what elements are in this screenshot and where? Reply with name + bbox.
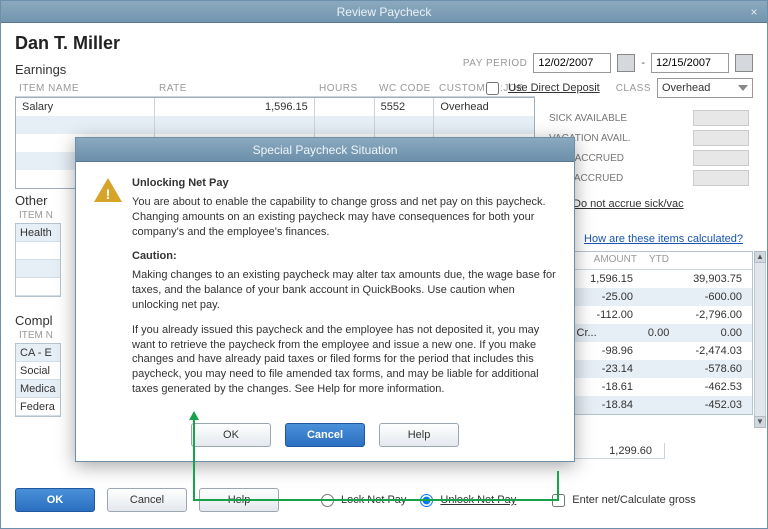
window-title: Review Paycheck (337, 5, 432, 19)
review-paycheck-window: Review Paycheck × Dan T. Miller PAY PERI… (0, 0, 768, 529)
bottom-bar: OK Cancel Help Lock Net Pay Unlock Net P… (1, 482, 767, 518)
dialog-caution: Caution: (132, 249, 556, 264)
calendar-icon[interactable] (617, 54, 635, 72)
employee-name: Dan T. Miller (15, 33, 753, 54)
special-paycheck-dialog: Special Paycheck Situation ! Unlocking N… (75, 137, 575, 462)
earnings-item[interactable]: Salary (16, 98, 155, 116)
col-item: ITEM NAME (15, 83, 155, 96)
class-value: Overhead (662, 82, 710, 94)
lock-net-pay-radio[interactable] (321, 494, 334, 507)
sick-vacation-block: SICK AVAILABLE VACATION AVAIL. SICK ACCR… (549, 108, 749, 213)
ytd-cell: -578.60 (643, 360, 752, 378)
ytd-cell: 39,903.75 (643, 270, 752, 288)
earnings-cust[interactable]: Overhead (434, 98, 534, 116)
dialog-text: Unlocking Net Pay You are about to enabl… (132, 176, 556, 407)
vacation-accrued-field[interactable] (693, 170, 749, 186)
help-button[interactable]: Help (199, 488, 279, 512)
ytd-cell: -600.00 (643, 288, 752, 306)
cancel-button[interactable]: Cancel (107, 488, 187, 512)
pay-period-start-input[interactable] (533, 53, 611, 73)
list-item[interactable]: Health (16, 224, 60, 242)
other-items-list: Health (15, 223, 61, 297)
list-item[interactable]: CA - E (16, 344, 60, 362)
use-direct-deposit-checkbox[interactable] (486, 82, 499, 95)
col-rate: RATE (155, 83, 315, 96)
pay-period-end-input[interactable] (651, 53, 729, 73)
earnings-hours[interactable] (315, 98, 375, 116)
ytd-cell: -2,796.00 (643, 306, 752, 324)
unlock-net-pay-label[interactable]: Unlock Net Pay (440, 494, 516, 506)
list-item[interactable]: Medica (16, 380, 60, 398)
ytd-cell: -2,474.03 (643, 342, 752, 360)
col-ytd: YTD (643, 252, 752, 270)
calendar-icon[interactable] (735, 54, 753, 72)
col-wc: WC CODE (375, 83, 435, 96)
unlock-net-pay-radio[interactable] (420, 494, 433, 507)
lock-net-pay-label[interactable]: Lock Net Pay (341, 494, 406, 506)
enter-net-label[interactable]: Enter net/Calculate gross (572, 494, 696, 506)
sick-available-field[interactable] (693, 110, 749, 126)
col-hours: HOURS (315, 83, 375, 96)
ok-button[interactable]: OK (15, 488, 95, 512)
summary-scrollbar[interactable]: ▲ ▼ (754, 251, 766, 428)
pay-period-row: PAY PERIOD - (463, 53, 753, 73)
list-item[interactable] (16, 260, 60, 278)
how-calculated-link[interactable]: How are these items calculated? (584, 233, 743, 245)
class-select[interactable]: Overhead (657, 78, 753, 98)
dialog-help-button[interactable]: Help (379, 423, 459, 447)
dialog-title: Special Paycheck Situation (76, 138, 574, 162)
pay-period-label: PAY PERIOD (463, 58, 527, 69)
use-direct-deposit-label[interactable]: Use Direct Deposit (508, 82, 600, 94)
class-label: CLASS (616, 83, 651, 94)
enter-net-checkbox[interactable] (552, 494, 565, 507)
sick-available-label: SICK AVAILABLE (549, 113, 627, 124)
window-titlebar: Review Paycheck × (1, 1, 767, 23)
chevron-down-icon (738, 85, 748, 91)
company-items-list: CA - ESocialMedicaFedera (15, 343, 61, 417)
scroll-up-icon[interactable]: ▲ (754, 251, 766, 263)
dialog-paragraph: If you already issued this paycheck and … (132, 323, 556, 397)
do-not-accrue-label[interactable]: Do not accrue sick/vac (573, 198, 684, 210)
dash: - (641, 57, 645, 69)
sick-accrued-field[interactable] (693, 150, 749, 166)
warning-icon: ! (94, 176, 122, 204)
list-item[interactable] (16, 278, 60, 296)
earnings-wc[interactable]: 5552 (375, 98, 435, 116)
vacation-available-field[interactable] (693, 130, 749, 146)
dialog-heading: Unlocking Net Pay (132, 176, 556, 191)
earnings-rate[interactable]: 1,596.15 (155, 98, 314, 116)
dialog-paragraph: Making changes to an existing paycheck m… (132, 268, 556, 313)
amount-cell: 0.00 (607, 324, 680, 342)
ytd-cell: 0.00 (679, 324, 752, 342)
dialog-paragraph: You are about to enable the capability t… (132, 195, 556, 240)
list-item[interactable] (16, 242, 60, 260)
ytd-cell: -462.53 (643, 378, 752, 396)
ytd-cell: -452.03 (643, 396, 752, 414)
dialog-ok-button[interactable]: OK (191, 423, 271, 447)
list-item[interactable]: Federa (16, 398, 60, 416)
scroll-down-icon[interactable]: ▼ (754, 416, 766, 428)
direct-deposit-row: Use Direct Deposit CLASS Overhead (486, 78, 753, 98)
list-item[interactable]: Social (16, 362, 60, 380)
dialog-cancel-button[interactable]: Cancel (285, 423, 365, 447)
close-icon[interactable]: × (747, 5, 761, 19)
